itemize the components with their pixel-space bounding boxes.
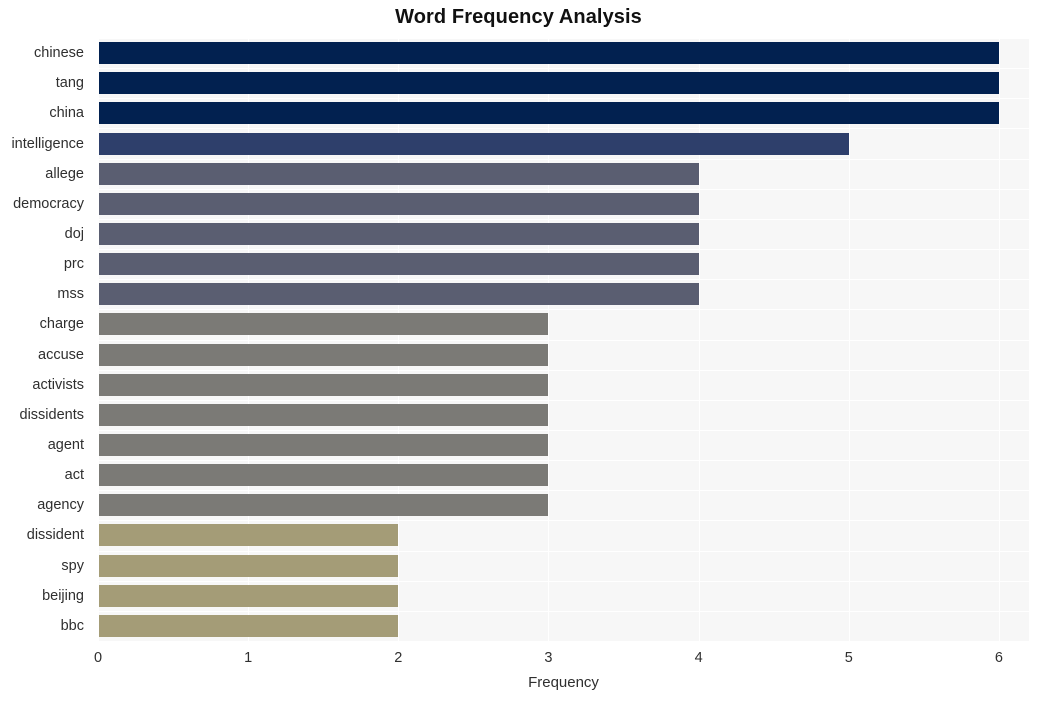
y-tick-label-beijing: beijing [42,588,84,604]
x-tick-label-1: 1 [244,650,253,666]
y-tick-label-prc: prc [63,256,84,272]
chart-title: Word Frequency Analysis [395,6,642,28]
x-tick-label-6: 6 [994,650,1003,666]
gridline-horizontal [98,641,1029,642]
bar-activists [99,374,549,396]
y-tick-label-allege: allege [45,166,84,182]
y-tick-label-spy: spy [61,558,84,574]
y-tick-label-tang: tang [55,75,84,91]
plot-area [98,38,1029,642]
bar-chinese [99,42,999,64]
y-tick-label-agency: agency [37,497,84,513]
word-frequency-chart-figure: Word Frequency Analysis chinese tang china… [0,0,1037,701]
y-tick-label-doj: doj [64,226,84,242]
bar-doj [99,223,699,245]
x-tick-label-0: 0 [93,650,103,666]
bar-accuse [99,344,549,366]
x-tick-label-4: 4 [694,650,703,666]
y-tick-label-intelligence: intelligence [11,136,84,152]
bar-spy [99,555,399,577]
bar-prc [99,253,699,275]
bar-dissidents [99,404,549,426]
y-tick-label-accuse: accuse [38,347,84,363]
bar-act [99,464,549,486]
bar-dissident [99,524,399,546]
y-tick-label-act: act [64,467,84,483]
y-tick-label-china: china [49,105,84,121]
bar-beijing [99,585,399,607]
x-tick-label-2: 2 [394,650,403,666]
x-tick-label-5: 5 [844,650,853,666]
y-tick-label-chinese: chinese [34,45,84,61]
x-axis-tick-labels: 0 1 2 3 4 5 6 [0,650,1037,674]
y-tick-label-mss: mss [57,286,84,302]
bar-china [99,102,999,124]
y-tick-label-dissidents: dissidents [19,407,84,423]
y-tick-label-democracy: democracy [13,196,84,212]
y-tick-label-charge: charge [39,316,84,332]
y-tick-label-activists: activists [32,377,84,393]
x-tick-label-3: 3 [544,650,553,666]
y-tick-label-dissident: dissident [26,527,84,543]
y-tick-label-agent: agent [47,437,84,453]
bar-mss [99,283,699,305]
bar-intelligence [99,133,849,155]
bar-tang [99,72,999,94]
bar-democracy [99,193,699,215]
x-axis-title: Frequency [528,674,599,691]
bar-allege [99,163,699,185]
bar-agency [99,494,549,516]
bar-charge [99,313,549,335]
y-axis-tick-labels: chinese tang china intelligence allege democr… [0,38,92,641]
bar-series [98,38,1029,641]
bar-agent [99,434,549,456]
y-tick-label-bbc: bbc [60,618,84,634]
bar-bbc [99,615,399,637]
